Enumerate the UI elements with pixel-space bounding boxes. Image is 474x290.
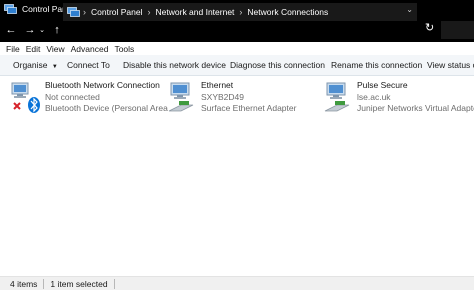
breadcrumb-network-and-internet[interactable]: Network and Internet [156, 7, 235, 17]
address-bar: ← → ⌄ ↑ [0, 18, 474, 42]
back-arrow-icon[interactable]: ← [3, 22, 19, 38]
network-connections-icon [4, 3, 17, 15]
connection-name: Pulse Secure [357, 80, 408, 90]
menu-bar: File Edit View Advanced Tools [0, 42, 474, 55]
connection-item[interactable]: Bluetooth Network Connection Not connect… [45, 80, 178, 116]
breadcrumb-separator-icon[interactable]: › [239, 7, 242, 17]
address-history-dropdown-icon[interactable]: ⌄ [406, 5, 413, 14]
connection-name: Bluetooth Network Connection [45, 80, 160, 90]
refresh-icon[interactable]: ↻ [425, 21, 434, 34]
menu-file[interactable]: File [6, 44, 20, 54]
status-bar: 4 items 1 item selected [0, 276, 474, 290]
connect-to-button[interactable]: Connect To [67, 60, 110, 70]
breadcrumb-control-panel[interactable]: Control Panel [91, 7, 143, 17]
selected-count: 1 item selected [50, 278, 108, 289]
view-status-button[interactable]: View status of [427, 60, 474, 70]
breadcrumb-separator-icon[interactable]: › [83, 7, 86, 17]
connection-adapter: Surface Ethernet Adapter [201, 103, 297, 113]
chevron-down-icon: ▼ [51, 64, 58, 70]
ethernet-network-icon[interactable] [167, 80, 197, 112]
menu-advanced[interactable]: Advanced [71, 44, 109, 54]
rename-connection-button[interactable]: Rename this connection [331, 60, 422, 70]
connection-adapter: Juniper Networks Virtual Adapter [357, 103, 474, 113]
search-input[interactable] [441, 21, 474, 39]
connection-name: Ethernet [201, 80, 234, 90]
menu-view[interactable]: View [46, 44, 64, 54]
breadcrumb-separator-icon[interactable]: › [148, 7, 151, 17]
command-bar: Organise ▼ Connect To Disable this netwo… [0, 55, 474, 76]
address-field[interactable]: › Control Panel › Network and Internet ›… [63, 3, 417, 21]
menu-tools[interactable]: Tools [114, 44, 134, 54]
organise-button[interactable]: Organise ▼ [13, 60, 58, 70]
status-divider [43, 278, 45, 289]
diagnose-connection-button[interactable]: Diagnose this connection [230, 60, 325, 70]
recent-locations-icon[interactable]: ⌄ [38, 22, 46, 38]
bluetooth-network-icon[interactable] [10, 80, 40, 113]
item-count: 4 items [10, 278, 38, 289]
connection-item[interactable]: Pulse Secure lse.ac.uk Juniper Networks … [357, 80, 474, 116]
forward-arrow-icon[interactable]: → [22, 22, 38, 38]
connection-status: lse.ac.uk [357, 92, 391, 102]
connection-item[interactable]: Ethernet SXYB2D49 Surface Ethernet Adapt… [201, 80, 311, 116]
up-arrow-icon[interactable]: ↑ [49, 22, 65, 38]
disable-device-button[interactable]: Disable this network device [123, 60, 226, 70]
status-divider [113, 278, 115, 289]
vpn-network-icon[interactable] [323, 80, 353, 112]
connection-adapter: Bluetooth Device (Personal Area ... [45, 103, 178, 113]
control-panel-icon [67, 6, 80, 18]
connection-status: SXYB2D49 [201, 92, 244, 102]
menu-edit[interactable]: Edit [26, 44, 41, 54]
organise-label: Organise [13, 60, 48, 70]
breadcrumb-network-connections[interactable]: Network Connections [247, 7, 328, 17]
connections-list: Bluetooth Network Connection Not connect… [0, 77, 474, 275]
connection-status: Not connected [45, 92, 100, 102]
